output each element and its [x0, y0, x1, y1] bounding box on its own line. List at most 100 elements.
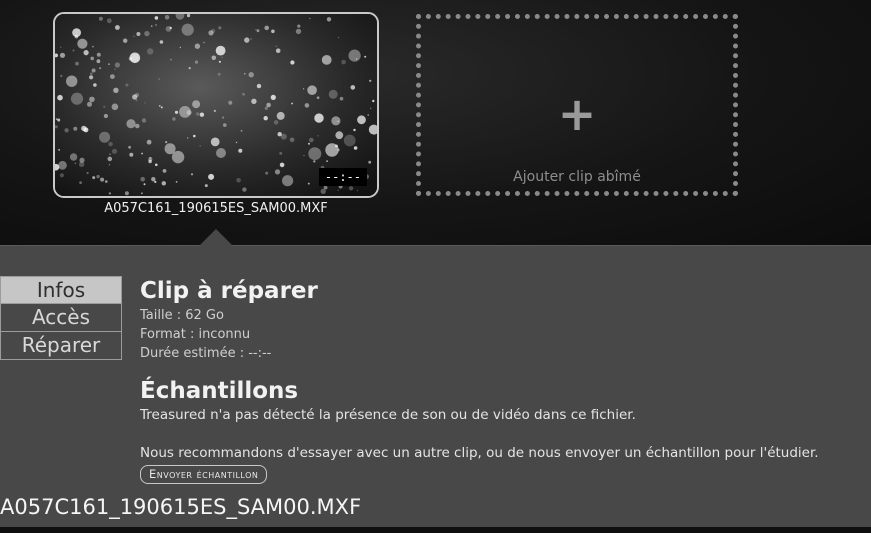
snow-particle — [280, 133, 287, 140]
snow-particle — [175, 181, 178, 183]
snow-particle — [255, 29, 257, 31]
snow-particle — [211, 55, 217, 61]
snow-particle — [128, 145, 131, 149]
clip-thumbnail[interactable]: --:-- — [53, 12, 379, 198]
snow-particle — [90, 56, 94, 61]
snow-particle — [369, 79, 372, 82]
snow-particle — [291, 102, 293, 105]
snow-particle — [337, 189, 339, 191]
snow-particle — [103, 113, 108, 119]
samples-message-recommend: Nous recommandons d'essayer avec un autr… — [140, 445, 819, 461]
snow-particle — [60, 46, 62, 48]
snow-particle — [162, 169, 167, 173]
tab-reparer[interactable]: Réparer — [0, 332, 122, 360]
snow-particle — [70, 92, 84, 105]
snow-particle — [251, 98, 257, 105]
snow-particle — [290, 60, 295, 65]
snow-particle — [126, 119, 136, 129]
snow-particle — [364, 55, 367, 58]
snow-particle — [106, 18, 112, 24]
snow-particle — [188, 67, 191, 70]
snow-particle — [194, 60, 199, 64]
snow-particle — [73, 126, 78, 131]
snow-particle — [213, 109, 217, 113]
snow-particle — [135, 99, 138, 102]
snow-particle — [321, 55, 332, 65]
snow-particle — [160, 106, 163, 109]
snow-particle — [154, 180, 157, 183]
snow-particle — [308, 142, 310, 145]
snow-particle — [92, 45, 94, 48]
snow-particle — [192, 100, 201, 109]
snow-particle — [57, 118, 61, 122]
snow-particle — [132, 94, 138, 100]
clip-name: A057C161_190615ES_SAM00.MXF — [104, 201, 328, 216]
snow-particle — [337, 36, 340, 39]
snow-particle — [114, 62, 120, 68]
snow-particle — [115, 25, 120, 30]
snow-particle — [123, 38, 128, 43]
snow-particle — [171, 150, 185, 164]
snow-particle — [221, 56, 224, 59]
snow-particle — [313, 160, 316, 163]
snow-particle — [154, 16, 159, 20]
snow-particle — [309, 137, 314, 143]
snow-particle — [216, 148, 226, 158]
snow-particle — [368, 160, 372, 164]
snow-particle — [158, 78, 160, 80]
snow-particle — [242, 187, 247, 192]
snow-particle — [328, 89, 338, 99]
add-clip-slot[interactable]: + Ajouter clip abîmé — [416, 14, 738, 196]
snow-particle — [165, 141, 168, 144]
snow-particle — [103, 105, 106, 108]
snow-particle — [155, 163, 158, 167]
snow-particle — [370, 107, 372, 110]
snow-particle — [133, 35, 135, 37]
snow-particle — [55, 118, 58, 120]
snow-particle — [218, 26, 222, 30]
snow-particle — [99, 67, 101, 69]
snow-particle — [303, 154, 305, 157]
snow-particle — [335, 131, 344, 140]
snow-particle — [150, 25, 153, 27]
snow-particle — [348, 186, 354, 191]
snow-particle — [266, 102, 271, 108]
snow-particle — [105, 180, 108, 183]
snow-particle — [141, 152, 143, 155]
snow-particle — [174, 110, 179, 114]
snow-particle — [210, 137, 220, 147]
snow-particle — [307, 182, 310, 185]
tab-infos[interactable]: Infos — [0, 276, 122, 304]
snow-particle — [64, 128, 69, 133]
footer-filename: A057C161_190615ES_SAM00.MXF — [0, 495, 362, 519]
snow-particle — [353, 146, 358, 150]
snow-particle — [72, 49, 75, 52]
snow-particle — [136, 32, 141, 36]
snow-particle — [367, 114, 370, 116]
snow-particle — [179, 46, 181, 49]
snow-particle — [279, 151, 283, 155]
snow-particle — [141, 192, 143, 195]
clip-tray: --:-- A057C161_190615ES_SAM00.MXF + Ajou… — [0, 0, 871, 245]
snow-particle — [203, 41, 205, 44]
snow-particle — [59, 173, 64, 178]
snow-particle — [128, 57, 133, 61]
snow-particle — [144, 102, 146, 104]
snow-particle — [81, 125, 87, 132]
snow-particle — [159, 40, 164, 44]
snow-particle — [217, 72, 221, 76]
info-content: Clip à réparer Taille : 62 Go Format : i… — [140, 276, 865, 484]
snow-particle — [58, 160, 67, 170]
snow-particle — [199, 112, 205, 117]
snow-particle — [357, 115, 366, 125]
tab-acces[interactable]: Accès — [0, 304, 122, 332]
snow-particle — [164, 15, 170, 20]
snow-particle — [108, 164, 110, 166]
snow-particle — [341, 59, 346, 65]
snow-particle — [355, 58, 358, 60]
send-sample-button[interactable]: Envoyer échantillon — [140, 465, 268, 484]
snow-particle — [274, 169, 281, 175]
snow-particle — [297, 24, 301, 28]
snow-particle — [256, 29, 260, 33]
bottom-strip — [0, 527, 871, 533]
